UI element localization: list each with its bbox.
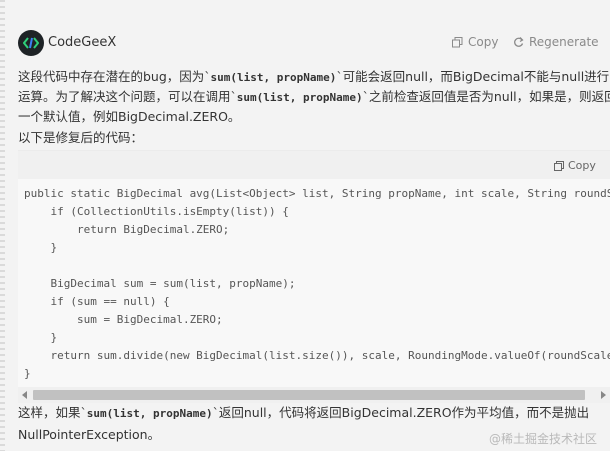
watermark: @稀土掘金技术社区 bbox=[489, 432, 598, 446]
code-line: sum = BigDecimal.ZERO; bbox=[24, 313, 223, 326]
copy-response-button[interactable]: Copy bbox=[452, 35, 498, 49]
copy-icon bbox=[452, 36, 463, 47]
codegeex-logo-icon bbox=[18, 30, 44, 56]
scrollbar-thumb[interactable] bbox=[33, 390, 585, 400]
response-paragraph-6: NullPointerException。 bbox=[18, 427, 161, 442]
response-paragraph-3: 一个默认值，例如BigDecimal.ZERO。 bbox=[18, 109, 241, 124]
copy-icon bbox=[554, 160, 564, 171]
code-line: BigDecimal sum = sum(list, propName); bbox=[24, 277, 296, 290]
code-line: } bbox=[24, 331, 58, 344]
code-area[interactable]: public static BigDecimal avg(List<Object… bbox=[18, 179, 610, 387]
copy-code-button[interactable]: Copy bbox=[554, 159, 596, 172]
code-line: } bbox=[24, 241, 58, 254]
copy-response-label: Copy bbox=[468, 35, 499, 49]
response-header: CodeGeeX Copy Regenerate bbox=[18, 30, 600, 56]
code-line: return BigDecimal.ZERO; bbox=[24, 223, 230, 236]
response-paragraph-5: 这样，如果`sum(list, propName)`返回null，代码将返回Bi… bbox=[18, 405, 590, 420]
code-line: public static BigDecimal avg(List<Object… bbox=[24, 187, 610, 200]
scroll-right-arrow-icon[interactable] bbox=[601, 391, 606, 399]
response-paragraph-2: 运算。为了解决这个问题，可以在调用`sum(list, propName)`之前… bbox=[18, 89, 610, 104]
scroll-left-arrow-icon[interactable] bbox=[22, 391, 27, 399]
inline-code: sum(list, propName) bbox=[210, 71, 337, 84]
refresh-icon bbox=[514, 36, 524, 47]
regenerate-button[interactable]: Regenerate bbox=[513, 35, 599, 49]
code-line: if (sum == null) { bbox=[24, 295, 170, 308]
response-paragraph-1: 这段代码中存在潜在的bug，因为`sum(list, propName)`可能会… bbox=[18, 69, 610, 84]
app-name: CodeGeeX bbox=[48, 35, 117, 50]
code-line: return sum.divide(new BigDecimal(list.si… bbox=[24, 349, 610, 362]
code-toolbar: Copy bbox=[18, 151, 610, 179]
horizontal-scrollbar[interactable] bbox=[18, 387, 610, 403]
inline-code: sum(list, propName) bbox=[236, 91, 363, 104]
code-line: if (CollectionUtils.isEmpty(list)) { bbox=[24, 205, 289, 218]
inline-code: sum(list, propName) bbox=[86, 407, 213, 420]
code-line: } bbox=[24, 367, 31, 380]
left-rail bbox=[0, 0, 5, 451]
copy-code-label: Copy bbox=[568, 159, 596, 172]
response-paragraph-4: 以下是修复后的代码： bbox=[18, 130, 144, 145]
code-block: Copy public static BigDecimal avg(List<O… bbox=[18, 150, 610, 403]
regenerate-label: Regenerate bbox=[529, 35, 599, 49]
